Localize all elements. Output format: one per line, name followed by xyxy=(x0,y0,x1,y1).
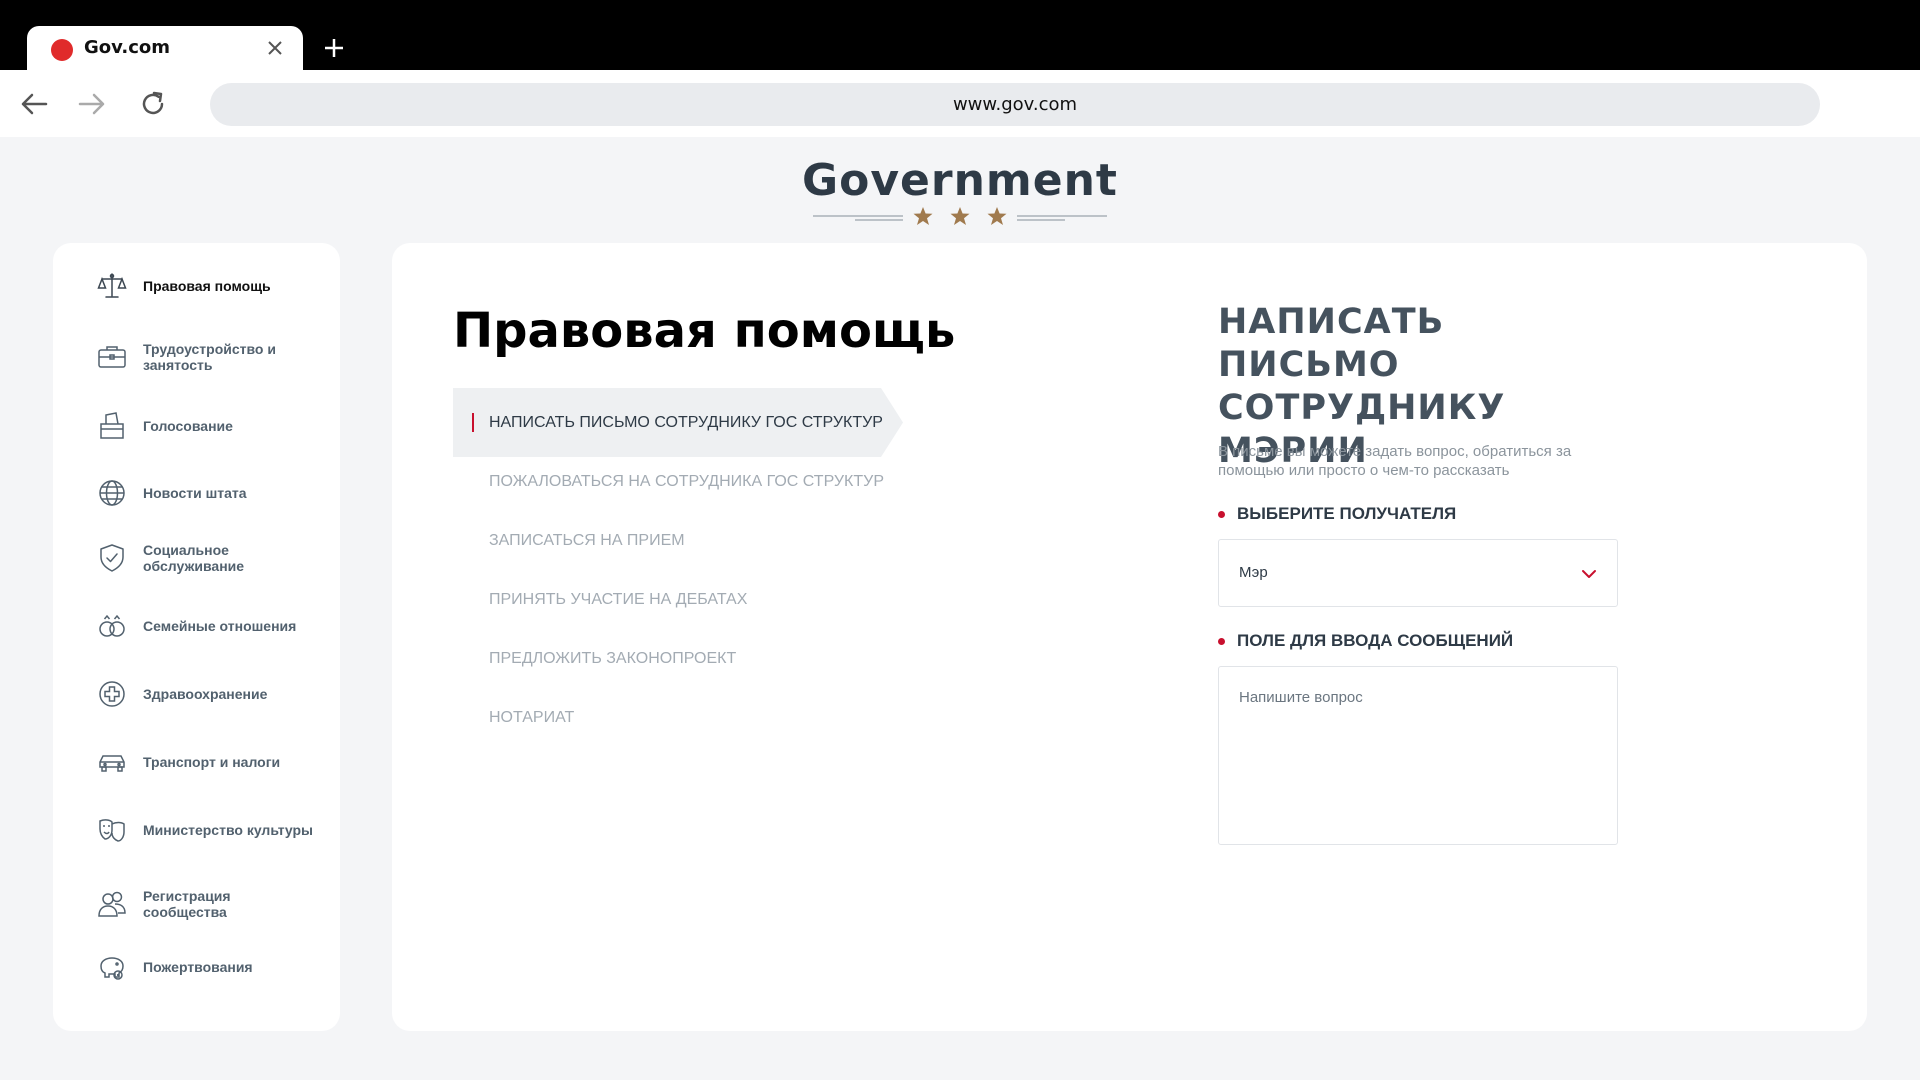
sidebar: Правовая помощь Трудоустройство и занято… xyxy=(53,243,340,1031)
sidebar-item-social-services[interactable]: Социальное обслуживание xyxy=(97,533,337,583)
message-label-text: ПОЛЕ ДЛЯ ВВОДА СООБЩЕНИЙ xyxy=(1237,631,1514,650)
close-tab-icon[interactable] xyxy=(263,36,287,60)
sidebar-item-legal-aid[interactable]: Правовая помощь xyxy=(97,261,337,311)
sidebar-item-label: Министерство культуры xyxy=(143,822,314,838)
sidebar-item-voting[interactable]: Голосование xyxy=(97,401,337,451)
new-tab-icon[interactable] xyxy=(320,34,348,62)
sidebar-item-label: Правовая помощь xyxy=(143,278,271,294)
tab-title: Gov.com xyxy=(84,37,171,58)
recipient-select-value: Мэр xyxy=(1239,564,1268,581)
sidebar-item-community-registration[interactable]: Регистрация сообщества xyxy=(97,879,337,929)
browser-tab-bar: Gov.com xyxy=(0,0,1920,70)
browser-toolbar: www.gov.com xyxy=(0,70,1920,137)
url-text: www.gov.com xyxy=(952,94,1078,115)
sidebar-item-label: Семейные отношения xyxy=(143,618,297,634)
car-icon xyxy=(99,755,125,772)
menu-item-label: НАПИСАТЬ ПИСЬМО СОТРУДНИКУ ГОС СТРУКТУР xyxy=(489,414,883,431)
form-description: В письме вы можете задать вопрос, обрати… xyxy=(1218,443,1572,479)
sidebar-item-state-news[interactable]: Новости штата xyxy=(97,468,337,518)
stars-ornament-icon xyxy=(813,207,1107,225)
sidebar-item-transport-taxes[interactable]: Транспорт и налоги xyxy=(97,737,337,787)
menu-item-notary[interactable]: НОТАРИАТ xyxy=(453,683,903,752)
main-content: Правовая помощь НАПИСАТЬ ПИСЬМО СОТРУДНИ… xyxy=(392,243,1867,1031)
sidebar-item-label: Пожертвования xyxy=(143,959,253,975)
medical-cross-icon xyxy=(99,681,125,707)
sidebar-item-employment[interactable]: Трудоустройство и занятость xyxy=(97,332,337,382)
sidebar-item-label: Транспорт и налоги xyxy=(143,754,281,770)
sidebar-item-healthcare[interactable]: Здравоохранение xyxy=(97,669,337,719)
piggy-bank-icon xyxy=(100,957,124,980)
sidebar-item-label: Новости штата xyxy=(143,485,247,501)
shield-check-icon xyxy=(100,544,124,572)
menu-item-label: ПОЖАЛОВАТЬСЯ НА СОТРУДНИКА ГОС СТРУКТУР xyxy=(489,473,884,490)
address-bar[interactable]: www.gov.com xyxy=(210,83,1820,126)
theater-masks-icon xyxy=(99,819,125,842)
required-dot xyxy=(1218,510,1225,518)
chevron-down-icon xyxy=(1582,570,1596,578)
back-arrow-icon[interactable] xyxy=(16,86,52,122)
ballot-box-icon xyxy=(100,412,124,439)
message-textarea[interactable]: Напишите вопрос xyxy=(1218,666,1618,845)
reload-icon[interactable] xyxy=(135,86,171,122)
recipient-label: ВЫБЕРИТЕ ПОЛУЧАТЕЛЯ xyxy=(1218,504,1456,524)
users-icon xyxy=(98,891,126,917)
message-label: ПОЛЕ ДЛЯ ВВОДА СООБЩЕНИЙ xyxy=(1218,631,1513,651)
sidebar-item-label: Регистрация сообщества xyxy=(143,888,231,920)
active-indicator xyxy=(472,413,474,432)
globe-icon xyxy=(99,480,125,506)
menu-item-label: ПРИНЯТЬ УЧАСТИЕ НА ДЕБАТАХ xyxy=(489,591,748,608)
favicon-icon xyxy=(51,39,73,61)
required-dot xyxy=(1218,637,1225,645)
sidebar-item-culture[interactable]: Министерство культуры xyxy=(97,805,337,855)
recipient-select[interactable]: Мэр xyxy=(1218,539,1618,607)
menu-item-label: ПРЕДЛОЖИТЬ ЗАКОНОПРОЕКТ xyxy=(489,650,737,667)
browser-tab[interactable]: Gov.com xyxy=(27,26,303,70)
sidebar-item-label: Трудоустройство и занятость xyxy=(143,341,276,373)
sidebar-item-label: Голосование xyxy=(143,418,233,434)
page-title: Правовая помощь xyxy=(453,303,956,359)
sidebar-item-label: Социальное обслуживание xyxy=(143,542,245,574)
menu-item-label: НОТАРИАТ xyxy=(489,709,575,726)
sidebar-item-family[interactable]: Семейные отношения xyxy=(97,601,337,651)
forward-arrow-icon[interactable] xyxy=(74,86,110,122)
menu-item-label: ЗАПИСАТЬСЯ НА ПРИЕМ xyxy=(489,532,685,549)
scales-icon xyxy=(97,273,127,298)
sidebar-item-label: Здравоохранение xyxy=(143,686,268,702)
sidebar-item-donations[interactable]: Пожертвования xyxy=(97,942,337,992)
recipient-label-text: ВЫБЕРИТЕ ПОЛУЧАТЕЛЯ xyxy=(1237,504,1457,523)
briefcase-icon xyxy=(98,346,126,368)
rings-icon xyxy=(99,614,125,637)
message-placeholder: Напишите вопрос xyxy=(1239,689,1363,706)
site-title: Government xyxy=(802,155,1118,206)
